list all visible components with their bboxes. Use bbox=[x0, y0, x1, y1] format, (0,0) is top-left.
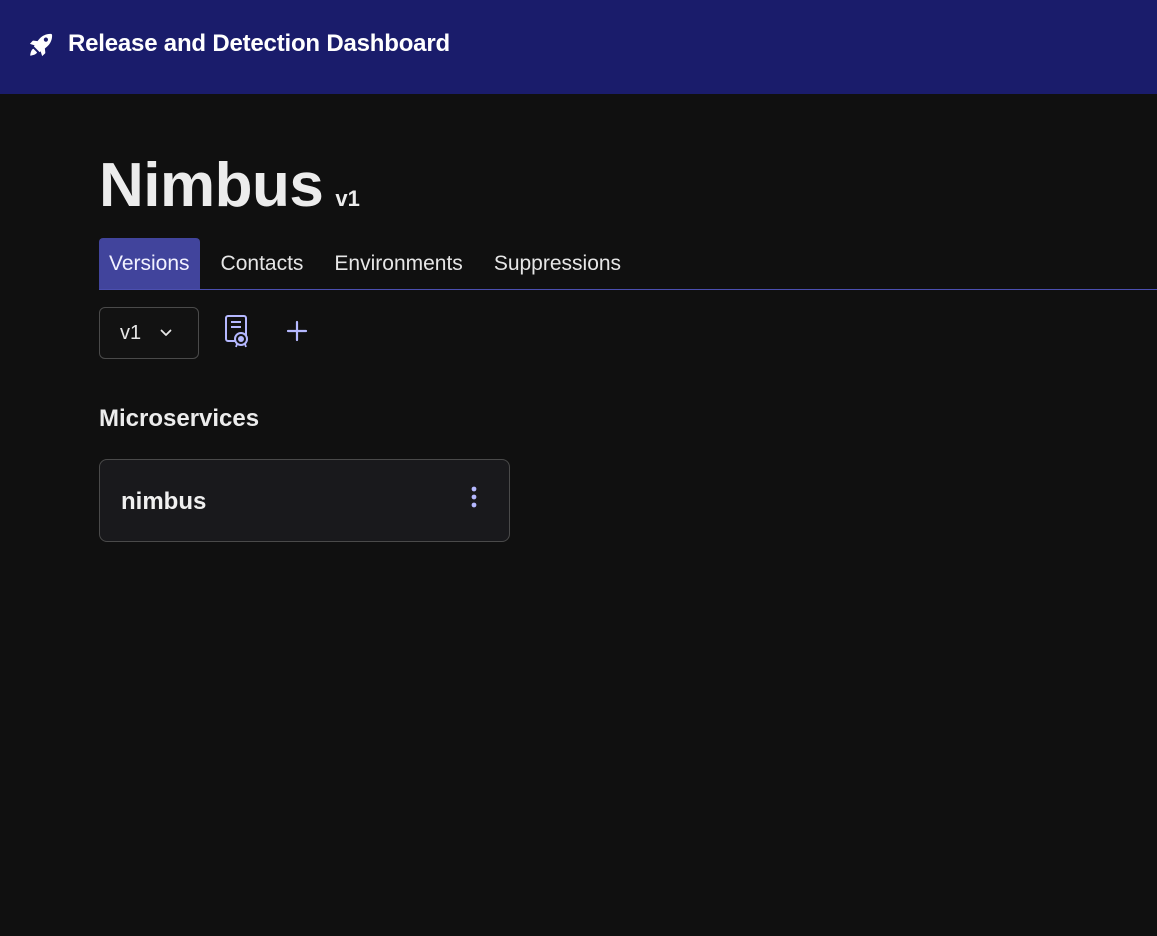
certificate-button[interactable] bbox=[217, 313, 257, 353]
plus-icon bbox=[286, 320, 308, 347]
microservice-name: nimbus bbox=[121, 488, 207, 515]
version-toolbar: v1 bbox=[99, 306, 317, 360]
tab-suppressions[interactable]: Suppressions bbox=[484, 238, 631, 289]
tab-versions[interactable]: Versions bbox=[99, 238, 200, 289]
tab-environments[interactable]: Environments bbox=[324, 238, 472, 289]
product-name: Nimbus bbox=[99, 151, 324, 220]
more-vertical-icon[interactable] bbox=[460, 482, 488, 512]
app-title: Release and Detection Dashboard bbox=[68, 30, 450, 57]
chevron-down-icon bbox=[159, 326, 173, 340]
page-title: Nimbus v1 bbox=[99, 150, 360, 221]
version-select-value: v1 bbox=[120, 321, 142, 344]
microservice-card[interactable]: nimbus bbox=[99, 459, 510, 542]
app-header: Release and Detection Dashboard bbox=[0, 0, 1157, 94]
add-version-button[interactable] bbox=[277, 313, 317, 353]
version-badge: v1 bbox=[335, 186, 360, 211]
tab-bar: Versions Contacts Environments Suppressi… bbox=[99, 238, 1157, 290]
tab-contacts[interactable]: Contacts bbox=[211, 238, 314, 289]
rocket-icon bbox=[27, 31, 55, 59]
certificate-icon bbox=[222, 314, 252, 353]
version-select[interactable]: v1 bbox=[99, 307, 199, 359]
microservices-heading: Microservices bbox=[99, 405, 260, 432]
